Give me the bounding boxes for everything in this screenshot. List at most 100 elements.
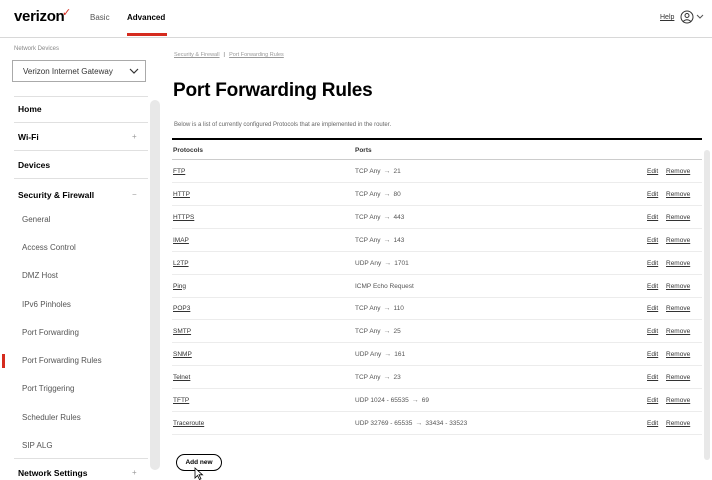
port-from: TCP Any bbox=[355, 213, 381, 221]
port-to: 69 bbox=[421, 397, 429, 404]
breadcrumb-item[interactable]: Security & Firewall bbox=[174, 52, 220, 58]
sidebar-item-port-forwarding-rules[interactable]: Port Forwarding Rules bbox=[0, 356, 148, 365]
sidebar-item-network-settings[interactable]: Network Settings bbox=[0, 468, 148, 478]
edit-link[interactable]: Edit bbox=[647, 191, 658, 198]
device-select[interactable]: Verizon Internet Gateway bbox=[12, 60, 146, 82]
protocol-link[interactable]: SNMP bbox=[173, 351, 192, 358]
ports-cell: ICMP Echo Request bbox=[355, 283, 414, 290]
port-to: 80 bbox=[393, 190, 401, 198]
ports-cell: TCP Any → 143 bbox=[355, 237, 404, 244]
main-scrollbar[interactable] bbox=[704, 150, 710, 460]
protocol-link[interactable]: HTTPS bbox=[173, 214, 194, 221]
remove-link[interactable]: Remove bbox=[666, 283, 690, 290]
sidebar-item-scheduler-rules[interactable]: Scheduler Rules bbox=[0, 413, 148, 422]
remove-link[interactable]: Remove bbox=[666, 397, 690, 404]
protocol-link[interactable]: FTP bbox=[173, 168, 185, 175]
device-select-label: Network Devices bbox=[14, 46, 60, 52]
edit-link[interactable]: Edit bbox=[647, 420, 658, 427]
protocol-link[interactable]: Telnet bbox=[173, 374, 190, 381]
sidebar-item-security-firewall[interactable]: Security & Firewall bbox=[0, 190, 148, 200]
sidebar-item-wifi[interactable]: Wi-Fi bbox=[0, 132, 148, 142]
remove-link[interactable]: Remove bbox=[666, 191, 690, 198]
edit-link[interactable]: Edit bbox=[647, 214, 658, 221]
chevron-down-icon bbox=[129, 68, 139, 74]
arrow-right-icon: → bbox=[383, 305, 391, 313]
protocol-link[interactable]: SMTP bbox=[173, 328, 191, 335]
port-from: TCP Any bbox=[355, 305, 381, 313]
expand-icon[interactable]: + bbox=[132, 468, 137, 477]
port-to: 21 bbox=[393, 168, 401, 175]
tab-advanced[interactable]: Advanced bbox=[127, 13, 165, 22]
sidebar-item-dmz-host[interactable]: DMZ Host bbox=[0, 271, 148, 280]
arrow-right-icon: → bbox=[383, 213, 391, 221]
arrow-right-icon: → bbox=[411, 397, 419, 404]
logo-checkmark-icon: ✓ bbox=[62, 7, 72, 19]
table-row: IMAP TCP Any → 143 Edit Remove bbox=[172, 229, 702, 252]
table-row: Ping ICMP Echo Request Edit Remove bbox=[172, 275, 702, 298]
sidebar-scrollbar[interactable] bbox=[150, 100, 160, 470]
expand-icon[interactable]: + bbox=[132, 132, 137, 141]
sidebar-item-access-control[interactable]: Access Control bbox=[0, 243, 148, 252]
remove-link[interactable]: Remove bbox=[666, 237, 690, 244]
table-row: L2TP UDP Any → 1701 Edit Remove bbox=[172, 252, 702, 275]
verizon-logo[interactable]: verizon bbox=[14, 8, 65, 25]
ports-cell: TCP Any → 25 bbox=[355, 328, 401, 335]
arrow-right-icon: → bbox=[383, 236, 391, 244]
protocol-link[interactable]: L2TP bbox=[173, 260, 189, 267]
remove-link[interactable]: Remove bbox=[666, 260, 690, 267]
chevron-down-icon[interactable] bbox=[696, 14, 704, 20]
sidebar-item-port-forwarding[interactable]: Port Forwarding bbox=[0, 328, 148, 337]
sidebar-item-home[interactable]: Home bbox=[0, 104, 148, 114]
edit-link[interactable]: Edit bbox=[647, 328, 658, 335]
table-row: Telnet TCP Any → 23 Edit Remove bbox=[172, 366, 702, 390]
edit-link[interactable]: Edit bbox=[647, 283, 658, 290]
remove-link[interactable]: Remove bbox=[666, 328, 690, 335]
edit-link[interactable]: Edit bbox=[647, 237, 658, 244]
port-from: ICMP Echo Request bbox=[355, 282, 414, 290]
breadcrumb-separator: | bbox=[223, 52, 226, 58]
user-account-icon[interactable] bbox=[680, 10, 694, 24]
port-from: UDP 1024 - 65535 bbox=[355, 397, 409, 404]
tab-basic[interactable]: Basic bbox=[90, 13, 110, 22]
remove-link[interactable]: Remove bbox=[666, 374, 690, 381]
protocol-link[interactable]: HTTP bbox=[173, 191, 190, 198]
help-link[interactable]: Help bbox=[660, 14, 674, 21]
table-row: FTP TCP Any → 21 Edit Remove bbox=[172, 160, 702, 183]
port-to: 110 bbox=[393, 305, 404, 313]
collapse-icon[interactable]: − bbox=[132, 190, 137, 199]
sidebar-item-general[interactable]: General bbox=[0, 215, 148, 224]
protocol-link[interactable]: Traceroute bbox=[173, 420, 204, 427]
ports-cell: UDP 32769 - 65535 → 33434 - 33523 bbox=[355, 420, 467, 427]
protocol-link[interactable]: POP3 bbox=[173, 305, 190, 312]
protocol-link[interactable]: Ping bbox=[173, 283, 186, 290]
protocol-link[interactable]: TFTP bbox=[173, 397, 189, 404]
arrow-right-icon: → bbox=[383, 328, 391, 336]
remove-link[interactable]: Remove bbox=[666, 214, 690, 221]
protocol-link[interactable]: IMAP bbox=[173, 237, 189, 244]
sidebar-item-devices[interactable]: Devices bbox=[0, 160, 148, 170]
arrow-right-icon: → bbox=[415, 419, 423, 427]
sidebar-item-port-triggering[interactable]: Port Triggering bbox=[0, 384, 148, 393]
column-header-protocols: Protocols bbox=[173, 147, 203, 154]
edit-link[interactable]: Edit bbox=[647, 351, 658, 358]
remove-link[interactable]: Remove bbox=[666, 305, 690, 312]
port-to: 443 bbox=[393, 213, 405, 221]
port-from: UDP 32769 - 65535 bbox=[355, 419, 413, 427]
port-from: TCP Any bbox=[355, 328, 381, 336]
edit-link[interactable]: Edit bbox=[647, 374, 658, 381]
sidebar-item-sip-alg[interactable]: SIP ALG bbox=[0, 441, 148, 450]
remove-link[interactable]: Remove bbox=[666, 420, 690, 427]
remove-link[interactable]: Remove bbox=[666, 351, 690, 358]
edit-link[interactable]: Edit bbox=[647, 260, 658, 267]
edit-link[interactable]: Edit bbox=[647, 168, 658, 175]
table-header: Protocols Ports bbox=[172, 138, 702, 160]
sidebar-item-ipv6-pinholes[interactable]: IPv6 Pinholes bbox=[0, 300, 148, 309]
sidebar: Network Devices Verizon Internet Gateway… bbox=[0, 38, 148, 480]
top-bar: verizon ✓ Basic Advanced Help bbox=[0, 0, 712, 38]
edit-link[interactable]: Edit bbox=[647, 397, 658, 404]
edit-link[interactable]: Edit bbox=[647, 305, 658, 312]
breadcrumb-item[interactable]: Port Forwarding Rules bbox=[229, 52, 284, 58]
column-header-ports: Ports bbox=[355, 147, 372, 154]
remove-link[interactable]: Remove bbox=[666, 168, 690, 175]
port-to: 143 bbox=[393, 236, 405, 244]
